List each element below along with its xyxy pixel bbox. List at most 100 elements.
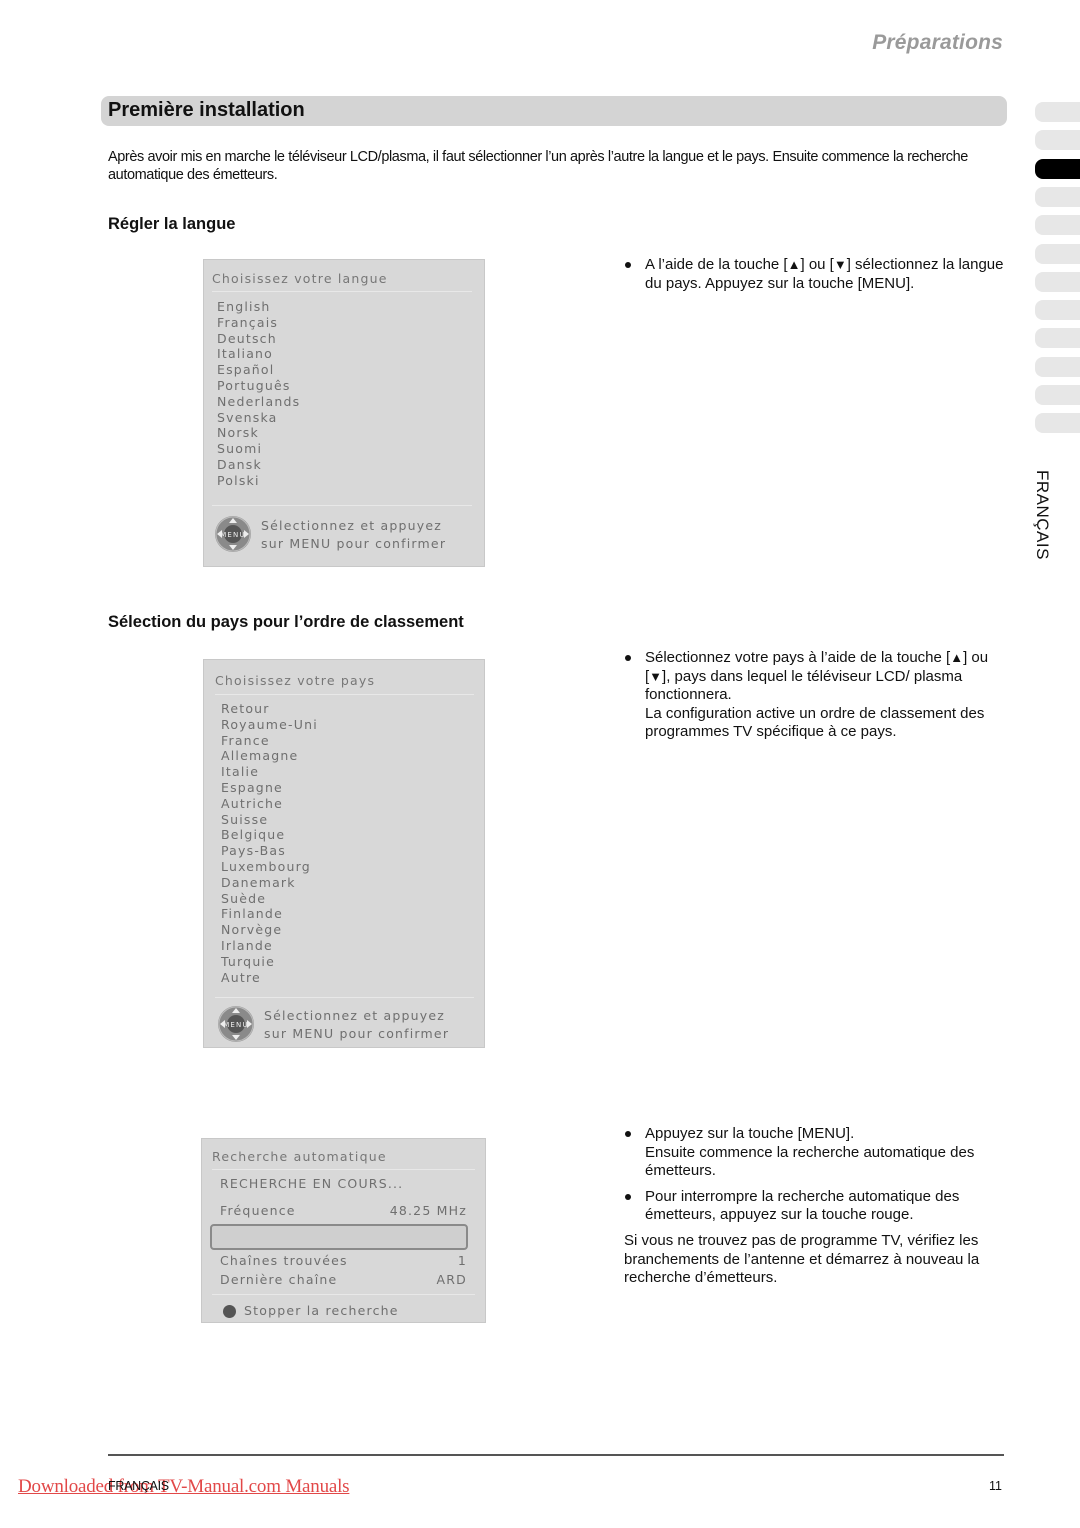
search-osd-panel: Recherche automatique RECHERCHE EN COURS… [201,1138,486,1323]
footer-divider [108,1454,1004,1456]
language-option[interactable]: Norsk [217,425,300,441]
country-option[interactable]: Italie [221,764,318,780]
down-arrow-icon: ▼ [833,257,847,272]
country-option[interactable]: Espagne [221,780,318,796]
side-language-label: FRANÇAIS [1033,470,1052,560]
intro-paragraph: Après avoir mis en marche le téléviseur … [108,149,968,183]
search-status-row: RECHERCHE EN COURS... [220,1176,467,1191]
language-option[interactable]: Italiano [217,346,300,362]
hint-line: Sélectionnez et appuyez [261,518,443,533]
search-bullet: Pour interrompre la recherche automatiqu… [624,1188,1009,1225]
stop-search-button[interactable]: Stopper la recherche [244,1302,399,1320]
country-bullet: Sélectionnez votre pays à l’aide de la t… [624,649,1009,742]
country-option[interactable]: Retour [221,701,318,717]
country-option[interactable]: Irlande [221,938,318,954]
country-option[interactable]: Pays-Bas [221,843,318,859]
side-tab [1035,130,1080,151]
hint-line: sur MENU pour confirmer [261,535,447,551]
osd-divider [215,997,474,998]
menu-navigation-pad-icon: MENU [218,1006,254,1042]
side-tab [1035,385,1080,405]
country-option[interactable]: France [221,733,318,749]
side-tab [1035,356,1080,377]
side-tab [1035,271,1080,292]
side-tab [1035,300,1080,321]
language-option[interactable]: Nederlands [217,394,300,410]
language-instructions: A l’aide de la touche [▲] ou [▼] sélecti… [624,256,1009,300]
channels-found-row: Chaînes trouvées 1 [220,1253,467,1268]
country-option[interactable]: Norvège [221,922,318,938]
download-source-link[interactable]: Downloaded from TV-Manual.com Manuals [18,1476,350,1498]
country-heading: Sélection du pays pour l’ordre de classe… [108,613,464,631]
last-channel-value: ARD [436,1272,467,1287]
search-status: RECHERCHE EN COURS... [220,1176,404,1191]
osd-divider [212,1294,475,1295]
country-option[interactable]: Finlande [221,906,318,922]
page-number: 11 [989,1479,1002,1493]
osd-divider [215,694,474,695]
country-option[interactable]: Suède [221,891,318,907]
country-bullet-note: La configuration active un ordre de clas… [645,704,985,741]
side-tab [1035,215,1080,236]
up-arrow-icon: ▲ [787,257,801,272]
menu-navigation-pad-icon: MENU [215,516,251,552]
menu-pad-label: MENU [220,531,246,539]
language-option[interactable]: English [217,299,300,315]
side-tab [1035,158,1080,179]
side-tab [1035,186,1080,207]
language-option[interactable]: Polski [217,473,300,489]
hint-line: sur MENU pour confirmer [264,1025,450,1041]
side-tab [1035,328,1080,349]
country-option[interactable]: Belgique [221,827,318,843]
country-osd-hint: Sélectionnez et appuyez sur MENU pour co… [264,1007,449,1042]
down-arrow-icon: ▼ [649,668,663,684]
language-option[interactable]: Français [217,315,300,331]
country-option[interactable]: Autre [221,970,318,986]
search-note: Si vous ne trouvez pas de programme TV, … [624,1231,980,1287]
menu-pad-label: MENU [223,1021,249,1029]
osd-divider [212,291,472,292]
side-tab [1035,102,1080,122]
country-option[interactable]: Luxembourg [221,859,318,875]
country-option[interactable]: Royaume-Uni [221,717,318,733]
chapter-title: Préparations [872,31,1003,54]
section-title: Première installation [108,99,305,121]
footer-language: FRANÇAIS [108,1479,169,1493]
language-option[interactable]: Suomi [217,441,300,457]
search-bullet: Appuyez sur la touche [MENU]. Ensuite com… [624,1125,1009,1181]
osd-divider [212,1169,475,1170]
country-option[interactable]: Allemagne [221,748,318,764]
search-osd-title: Recherche automatique [212,1149,387,1164]
language-bullet: A l’aide de la touche [▲] ou [▼] sélecti… [624,256,1009,293]
language-option[interactable]: Español [217,362,300,378]
language-option[interactable]: Português [217,378,300,394]
last-channel-label: Dernière chaîne [220,1272,338,1287]
hint-line: Sélectionnez et appuyez [264,1008,446,1023]
up-arrow-icon: ▲ [950,650,964,665]
channels-found-label: Chaînes trouvées [220,1253,348,1268]
search-instructions: Appuyez sur la touche [MENU]. Ensuite com… [624,1125,1009,1288]
language-option[interactable]: Dansk [217,457,300,473]
language-osd-panel: Choisissez votre langue English Français… [203,259,485,567]
frequency-row: Fréquence 48.25 MHz [220,1203,467,1218]
language-heading: Régler la langue [108,215,236,233]
side-tab [1035,243,1080,264]
language-osd-hint: Sélectionnez et appuyez sur MENU pour co… [261,517,446,552]
language-option[interactable]: Deutsch [217,331,300,347]
country-list: Retour Royaume-Uni France Allemagne Ital… [221,701,318,985]
language-option[interactable]: Svenska [217,410,300,426]
country-option[interactable]: Turquie [221,954,318,970]
frequency-label: Fréquence [220,1203,296,1218]
country-option[interactable]: Autriche [221,796,318,812]
osd-divider [212,505,472,506]
country-option[interactable]: Danemark [221,875,318,891]
frequency-value: 48.25 MHz [389,1203,467,1218]
search-progress-bar [210,1224,468,1250]
red-button-icon [223,1305,236,1318]
language-osd-title: Choisissez votre langue [212,271,388,286]
channels-found-value: 1 [457,1253,467,1268]
country-option[interactable]: Suisse [221,812,318,828]
country-osd-panel: Choisissez votre pays Retour Royaume-Uni… [203,659,485,1048]
side-tab [1035,413,1080,434]
last-channel-row: Dernière chaîne ARD [220,1272,467,1287]
